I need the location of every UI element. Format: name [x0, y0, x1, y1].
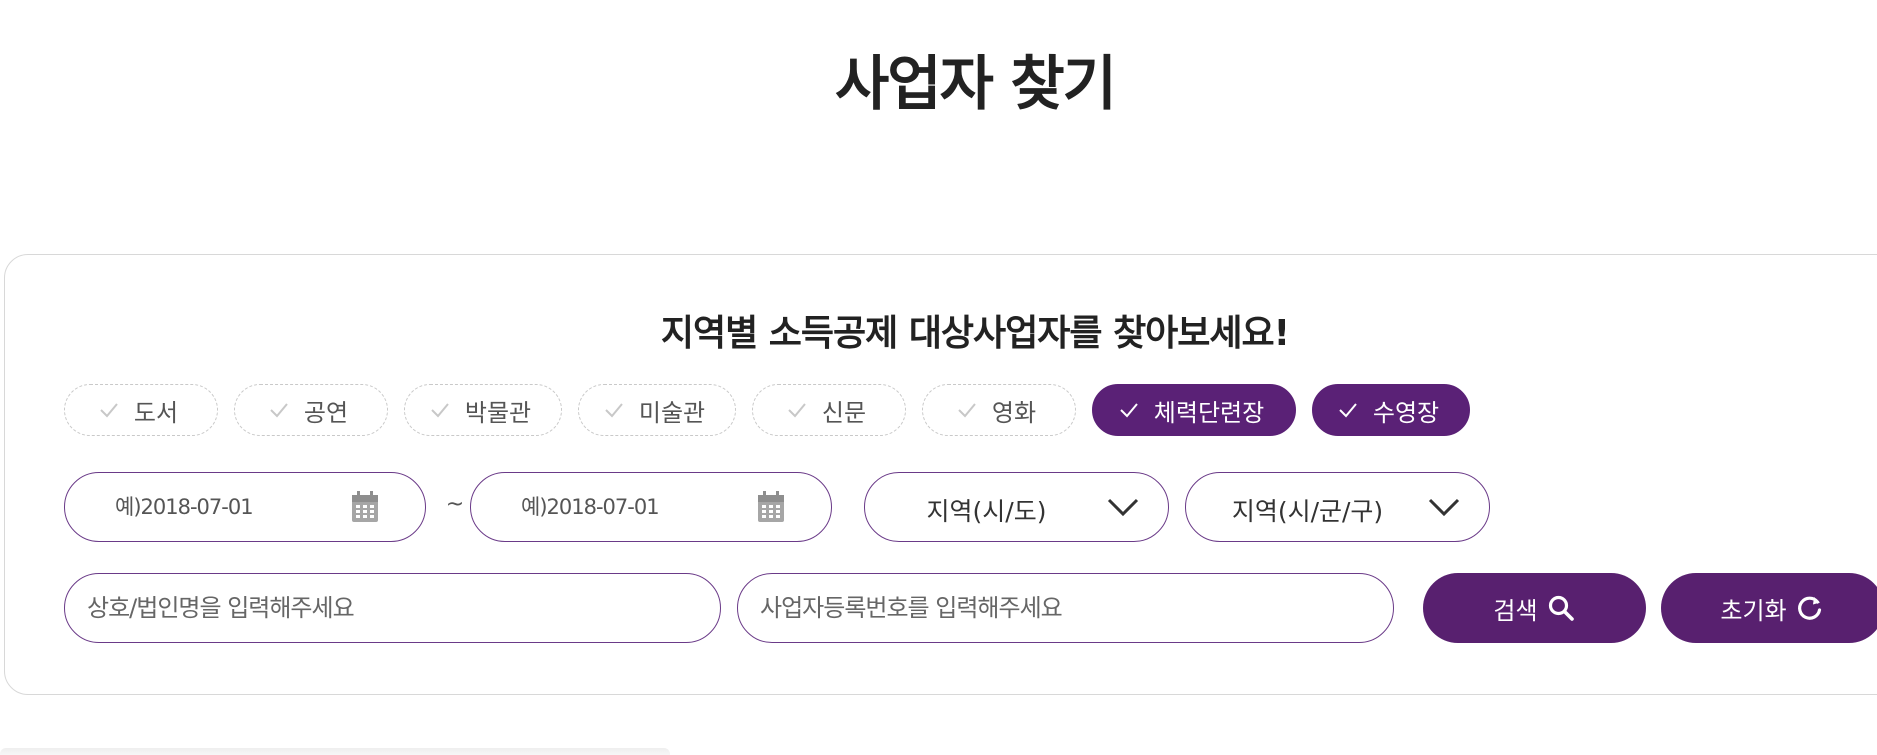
category-chip-fitness-center[interactable]: 체력단련장	[1092, 384, 1296, 436]
search-button-label: 검색	[1493, 596, 1538, 625]
search-button[interactable]: 검색	[1423, 573, 1646, 643]
check-icon	[956, 399, 978, 421]
category-chip-label: 도서	[133, 398, 179, 427]
search-panel-heading: 지역별 소득공제 대상사업자를 찾아보세요!	[660, 313, 1290, 354]
category-chip-label: 체력단련장	[1153, 398, 1265, 427]
category-chip-newspaper[interactable]: 신문	[752, 384, 906, 436]
refresh-icon	[1795, 593, 1825, 623]
chevron-down-icon	[1427, 495, 1461, 519]
category-chip-movie[interactable]: 영화	[922, 384, 1076, 436]
check-icon	[429, 399, 451, 421]
region-province-select[interactable]: 지역(시/도)	[864, 472, 1169, 542]
category-chip-books[interactable]: 도서	[64, 384, 218, 436]
business-number-field[interactable]	[737, 573, 1394, 643]
category-chip-label: 미술관	[638, 398, 706, 427]
check-icon	[98, 399, 120, 421]
date-range-separator: ~	[445, 492, 465, 517]
next-section-edge	[0, 748, 670, 755]
category-chip-art-gallery[interactable]: 미술관	[578, 384, 736, 436]
category-chip-label: 공연	[303, 398, 349, 427]
business-name-field[interactable]	[64, 573, 721, 643]
page-title: 사업자 찾기	[835, 49, 1117, 118]
category-chip-label: 박물관	[464, 398, 532, 427]
start-date-field[interactable]	[64, 472, 426, 542]
category-chip-performance[interactable]: 공연	[234, 384, 388, 436]
category-chip-label: 수영장	[1372, 398, 1440, 427]
category-chip-label: 영화	[991, 398, 1037, 427]
reset-button[interactable]: 초기화	[1661, 573, 1877, 643]
category-filter: 도서 공연 박물관 미술관 신문 영화 체력단련장 수영장	[64, 384, 1470, 436]
region-district-value: 지역(시/군/구)	[1231, 497, 1384, 526]
category-chip-swimming-pool[interactable]: 수영장	[1312, 384, 1470, 436]
business-name-input[interactable]	[65, 574, 720, 642]
search-icon	[1546, 593, 1576, 623]
check-icon	[268, 399, 290, 421]
check-icon	[786, 399, 808, 421]
category-chip-label: 신문	[821, 398, 867, 427]
chevron-down-icon	[1106, 495, 1140, 519]
calendar-icon[interactable]	[351, 491, 379, 523]
end-date-field[interactable]	[470, 472, 832, 542]
region-province-value: 지역(시/도)	[926, 497, 1047, 526]
business-number-input[interactable]	[738, 574, 1393, 642]
reset-button-label: 초기화	[1720, 596, 1787, 625]
check-icon	[1337, 399, 1359, 421]
calendar-icon[interactable]	[757, 491, 785, 523]
check-icon	[603, 399, 625, 421]
page: 사업자 찾기 지역별 소득공제 대상사업자를 찾아보세요! 도서 공연 박물관 …	[0, 0, 1877, 755]
region-district-select[interactable]: 지역(시/군/구)	[1185, 472, 1490, 542]
category-chip-museum[interactable]: 박물관	[404, 384, 562, 436]
check-icon	[1118, 399, 1140, 421]
